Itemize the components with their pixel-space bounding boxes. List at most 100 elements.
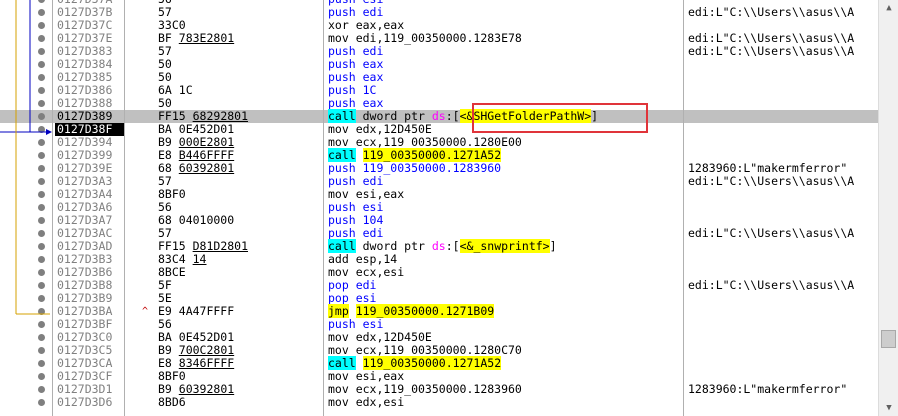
instruction-part: call: [328, 148, 356, 162]
opcode-bytes-text: FF15: [158, 239, 193, 253]
opcode-bytes-text: 68: [158, 161, 179, 175]
opcode-bytes-text: B9: [158, 343, 179, 357]
instruction-part: push edi: [328, 174, 384, 188]
opcode-bytes-reloc: D81D2801: [192, 239, 249, 253]
opcode-bytes-text: 83C4: [158, 252, 193, 266]
instruction-part: push 119_00350000.1283960: [328, 161, 502, 175]
opcode-bytes-text: BA 0E452D01: [158, 330, 235, 344]
instruction-part: push 1C: [328, 83, 377, 97]
instruction-part: mov esi,eax: [328, 187, 405, 201]
column-separator: [323, 0, 324, 416]
instruction-part: mov edx,esi: [328, 395, 405, 409]
instruction-part: [349, 304, 356, 318]
opcode-bytes-text: 56: [158, 317, 172, 331]
instruction-part: 119_00350000.1271A52: [362, 148, 502, 162]
instruction-part: :[: [445, 239, 460, 253]
instruction-part: ds: [431, 239, 446, 253]
opcode-bytes-text: 5E: [158, 291, 172, 305]
disasm-row[interactable]: 0127D3B3 83C4 14 add esp,14: [0, 253, 898, 266]
disasm-row[interactable]: 0127D3BA ^ E9 4A47FFFF jmp 119_00350000.127…: [0, 304, 898, 318]
scroll-up-icon[interactable]: ▲: [879, 0, 898, 16]
instruction-part: 119_00350000.1271A52: [362, 356, 502, 370]
opcode-bytes-reloc: 60392801: [178, 161, 235, 175]
jump-arrow-head: [46, 129, 52, 135]
jump-arrows: [0, 0, 52, 315]
opcode-bytes-text: 8BCE: [158, 265, 186, 279]
highlight-box: [472, 103, 648, 133]
disasm-row[interactable]: 0127D3D1 B9 60392801 mov ecx,119_00350000.…: [0, 383, 898, 396]
opcode-bytes-text: 57: [158, 226, 172, 240]
opcode-bytes-text: 57: [158, 44, 172, 58]
opcode-bytes-text: 50: [158, 96, 172, 110]
disasm-row[interactable]: 0127D386 6A 1C push 1C: [0, 84, 898, 97]
instruction-part: xor eax,eax: [328, 18, 405, 32]
opcode-bytes-reloc: 60392801: [178, 382, 235, 396]
disasm-row[interactable]: 0127D384 50 push eax: [0, 58, 898, 71]
opcode-bytes-text: BF: [158, 31, 179, 45]
instruction-part: dword ptr: [355, 109, 432, 123]
instruction-part: pop esi: [328, 291, 377, 305]
instruction-part: push eax: [328, 57, 384, 71]
opcode-bytes-text: FF15: [158, 109, 193, 123]
disasm-row[interactable]: 0127D383 57 push edi edi:L"C:\\Users\\asus\…: [0, 45, 898, 58]
disasm-row[interactable]: 0127D3A4 8BF0 mov esi,eax: [0, 188, 898, 201]
opcode-bytes-reloc: 000E2801: [178, 135, 235, 149]
opcode-bytes-reloc: 68292801: [192, 109, 249, 123]
opcode-bytes-text: B9: [158, 382, 179, 396]
disasm-row[interactable]: 0127D37B 57 push edi edi:L"C:\\Users\\asus\…: [0, 6, 898, 19]
instruction-part: :[: [445, 109, 460, 123]
jump-mark-icon: ^: [142, 306, 149, 317]
instruction-part: mov ecx,esi: [328, 265, 405, 279]
instruction-part: jmp: [328, 304, 349, 318]
disasm-row[interactable]: 0127D3A6 56 push esi: [0, 201, 898, 214]
opcode-bytes-reloc: 14: [192, 252, 207, 266]
instruction-part: mov ecx,119_00350000.1283960: [328, 382, 522, 396]
opcode-bytes-text: 57: [158, 174, 172, 188]
disasm-row[interactable]: 0127D3A3 57 push edi edi:L"C:\\Users\\asus\…: [0, 175, 898, 188]
opcode-bytes-text: B9: [158, 135, 179, 149]
comment: edi:L"C:\\Users\\asus\\A: [688, 44, 855, 58]
opcode-bytes-text: BA 0E452D01: [158, 122, 235, 136]
comment: edi:L"C:\\Users\\asus\\A: [688, 226, 855, 240]
vertical-scrollbar[interactable]: ▲ ▼: [878, 0, 898, 416]
comment: 1283960:L"makermferror": [688, 382, 848, 396]
opcode-bytes-reloc: 8346FFFF: [178, 356, 235, 370]
instruction: mov edx,esi: [328, 396, 404, 409]
column-separator: [124, 0, 125, 416]
disasm-row-selected[interactable]: 0127D389 FF15 68292801 call dword ptr ds:[…: [0, 109, 898, 123]
opcode-bytes-text: E8: [158, 148, 179, 162]
disasm-row[interactable]: 0127D3BF 56 push esi: [0, 318, 898, 331]
instruction-part: push eax: [328, 96, 384, 110]
disassembly-listing[interactable]: 0127D37A56push esi0127D37B57push ediedi:…: [0, 0, 898, 409]
disasm-row[interactable]: 0127D3D6 8BD6 mov edx,esi: [0, 396, 898, 409]
instruction-part: mov ecx,119_00350000.1280C70: [328, 343, 522, 357]
disasm-row[interactable]: 0127D385 50 push eax: [0, 71, 898, 84]
opcode-bytes-text: E8: [158, 356, 179, 370]
instruction-part: push edi: [328, 226, 384, 240]
instruction-part: 119_00350000.1271B09: [355, 304, 495, 318]
scroll-down-icon[interactable]: ▼: [879, 400, 898, 416]
instruction-part: pop edi: [328, 278, 377, 292]
disasm-row[interactable]: 0127D3AD FF15 D81D2801 call dword ptr ds:[…: [0, 239, 898, 253]
instruction-part: call: [328, 239, 356, 253]
opcode-bytes-text: 50: [158, 70, 172, 84]
instruction-part: <&_snwprintf>: [459, 239, 550, 253]
instruction-part: mov esi,eax: [328, 369, 405, 383]
disasm-row[interactable]: 0127D3CA E8 8346FFFF call 119_00350000.127…: [0, 356, 898, 370]
opcode-bytes-reloc: 700C2801: [178, 343, 235, 357]
disasm-row[interactable]: 0127D3B8 5F pop edi edi:L"C:\\Users\\asus\\…: [0, 279, 898, 292]
instruction-part: call: [328, 109, 356, 123]
instruction-part: push 104: [328, 213, 384, 227]
opcode-bytes-text: 6A 1C: [158, 83, 193, 97]
opcode-bytes-reloc: B446FFFF: [178, 148, 235, 162]
scroll-thumb[interactable]: [881, 330, 896, 348]
instruction-part: add esp,14: [328, 252, 398, 266]
opcode-bytes-text: 50: [158, 57, 172, 71]
instruction-part: push esi: [328, 200, 384, 214]
instruction-part: push edi: [328, 44, 384, 58]
instruction-part: mov edi,119_00350000.1283E78: [328, 31, 522, 45]
opcode-bytes-reloc: 783E2801: [178, 31, 235, 45]
comment: edi:L"C:\\Users\\asus\\A: [688, 5, 855, 19]
column-separator: [683, 0, 684, 416]
opcode-bytes-text: 56: [158, 200, 172, 214]
